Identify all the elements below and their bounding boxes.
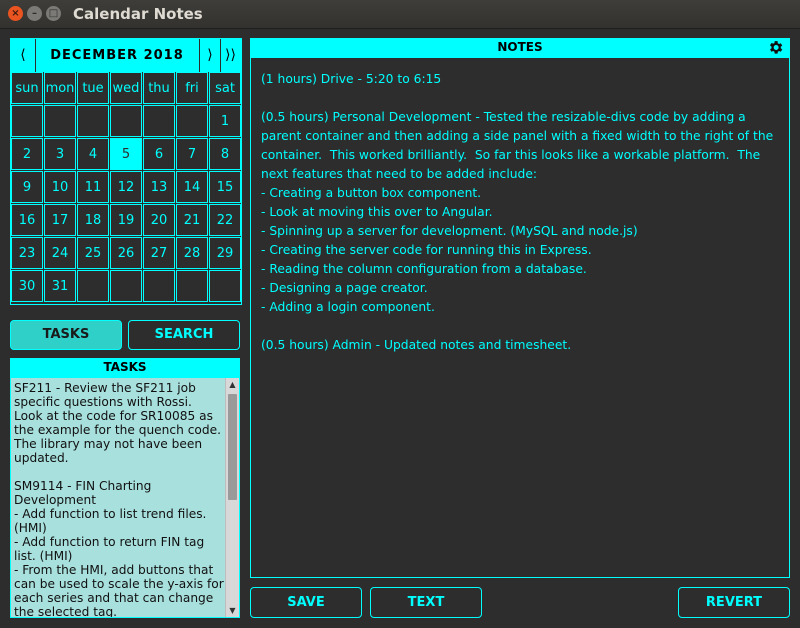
calendar-day[interactable]: 29: [209, 237, 241, 269]
window-close-button[interactable]: ×: [8, 6, 23, 21]
calendar-empty-cell: [11, 105, 43, 137]
calendar-day[interactable]: 20: [143, 204, 175, 236]
calendar-empty-cell: [110, 270, 142, 302]
title-bar: × – □ Calendar Notes: [0, 0, 800, 29]
calendar-day[interactable]: 24: [44, 237, 76, 269]
calendar-empty-cell: [143, 270, 175, 302]
calendar-day[interactable]: 4: [77, 138, 109, 170]
calendar-day[interactable]: 23: [11, 237, 43, 269]
calendar-day[interactable]: 2: [11, 138, 43, 170]
scroll-up-icon[interactable]: ▲: [226, 378, 239, 391]
calendar-empty-cell: [110, 105, 142, 137]
calendar-day[interactable]: 22: [209, 204, 241, 236]
weekday-header: wed: [110, 72, 142, 104]
notes-text[interactable]: (1 hours) Drive - 5:20 to 6:15 (0.5 hour…: [261, 70, 779, 355]
calendar-day[interactable]: 11: [77, 171, 109, 203]
tasks-text[interactable]: SF211 - Review the SF211 job specific qu…: [14, 381, 224, 617]
calendar-day[interactable]: 10: [44, 171, 76, 203]
weekday-header: sat: [209, 72, 241, 104]
scrollbar-thumb[interactable]: [228, 394, 237, 500]
tasks-panel-header: TASKS: [10, 358, 240, 377]
month-label: DECEMBER 2018: [50, 48, 184, 63]
calendar-day[interactable]: 30: [11, 270, 43, 302]
calendar-day[interactable]: 17: [44, 204, 76, 236]
calendar-day[interactable]: 1: [209, 105, 241, 137]
notes-textarea[interactable]: (1 hours) Drive - 5:20 to 6:15 (0.5 hour…: [250, 57, 790, 578]
gear-icon[interactable]: [767, 39, 784, 56]
tasks-scrollbar[interactable]: ▲ ▼: [225, 378, 239, 617]
notes-header-label: NOTES: [497, 40, 543, 54]
window-minimize-button[interactable]: –: [27, 6, 42, 21]
calendar-day[interactable]: 7: [176, 138, 208, 170]
calendar-day[interactable]: 31: [44, 270, 76, 302]
calendar-empty-cell: [176, 270, 208, 302]
calendar-day[interactable]: 16: [11, 204, 43, 236]
tasks-textarea[interactable]: SF211 - Review the SF211 job specific qu…: [10, 377, 240, 618]
calendar-day[interactable]: 14: [176, 171, 208, 203]
weekday-header: fri: [176, 72, 208, 104]
calendar-day[interactable]: 3: [44, 138, 76, 170]
save-button[interactable]: SAVE: [250, 587, 362, 618]
prev-month-button[interactable]: ⟨: [11, 39, 36, 72]
calendar-day[interactable]: 6: [143, 138, 175, 170]
weekday-header: mon: [44, 72, 76, 104]
calendar-day[interactable]: 15: [209, 171, 241, 203]
calendar-empty-cell: [209, 270, 241, 302]
window-title: Calendar Notes: [73, 5, 203, 23]
search-tab-button[interactable]: SEARCH: [128, 320, 240, 350]
window-maximize-button[interactable]: □: [46, 6, 61, 21]
calendar-day[interactable]: 27: [143, 237, 175, 269]
calendar-empty-cell: [77, 105, 109, 137]
calendar-empty-cell: [176, 105, 208, 137]
weekday-header: sun: [11, 72, 43, 104]
calendar-empty-cell: [44, 105, 76, 137]
notes-panel-header: NOTES: [250, 38, 790, 57]
calendar-day[interactable]: 25: [77, 237, 109, 269]
calendar-day[interactable]: 19: [110, 204, 142, 236]
calendar-day[interactable]: 26: [110, 237, 142, 269]
calendar-day[interactable]: 9: [11, 171, 43, 203]
calendar-day[interactable]: 5: [110, 138, 142, 170]
calendar-header: ⟨ DECEMBER 2018 ⟩ ⟩⟩: [11, 39, 241, 72]
calendar: ⟨ DECEMBER 2018 ⟩ ⟩⟩ sun mon tue wed thu fri s…: [10, 38, 242, 305]
calendar-day[interactable]: 13: [143, 171, 175, 203]
calendar-day[interactable]: 28: [176, 237, 208, 269]
calendar-empty-cell: [143, 105, 175, 137]
calendar-day[interactable]: 18: [77, 204, 109, 236]
calendar-day[interactable]: 8: [209, 138, 241, 170]
tasks-tab-button[interactable]: TASKS: [10, 320, 122, 350]
calendar-empty-cell: [77, 270, 109, 302]
next-month-button[interactable]: ⟩: [199, 39, 221, 72]
scroll-down-icon[interactable]: ▼: [226, 604, 239, 617]
text-button[interactable]: TEXT: [370, 587, 482, 618]
weekday-header: thu: [143, 72, 175, 104]
next-year-button[interactable]: ⟩⟩: [220, 39, 241, 72]
calendar-day[interactable]: 21: [176, 204, 208, 236]
calendar-day[interactable]: 12: [110, 171, 142, 203]
weekday-header: tue: [77, 72, 109, 104]
revert-button[interactable]: REVERT: [678, 587, 790, 618]
